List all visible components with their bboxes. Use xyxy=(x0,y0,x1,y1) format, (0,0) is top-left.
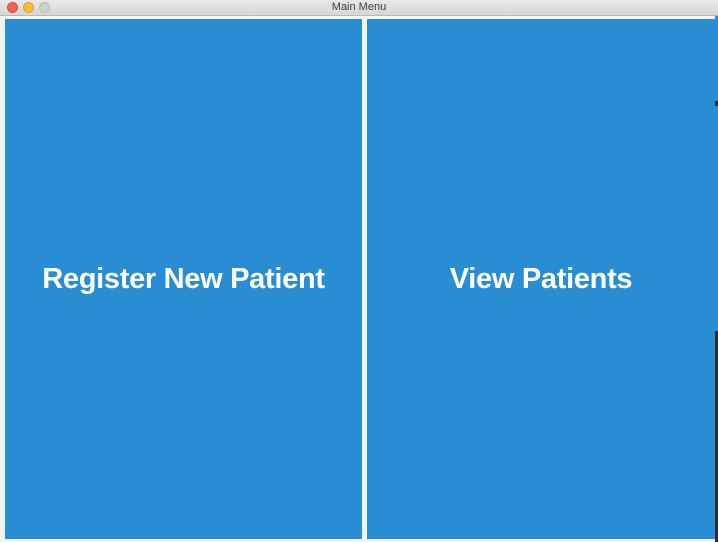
window-title: Main Menu xyxy=(331,1,387,13)
register-new-patient-button[interactable]: Register New Patient xyxy=(5,19,362,539)
main-menu-window: Main Menu Register New Patient View Pati… xyxy=(0,0,718,542)
view-patients-button[interactable]: View Patients xyxy=(367,19,715,539)
view-patients-label: View Patients xyxy=(449,262,633,295)
main-menu-content: Register New Patient View Patients xyxy=(0,16,718,542)
title-bar[interactable]: Main Menu xyxy=(0,0,718,16)
register-new-patient-label: Register New Patient xyxy=(42,262,325,295)
